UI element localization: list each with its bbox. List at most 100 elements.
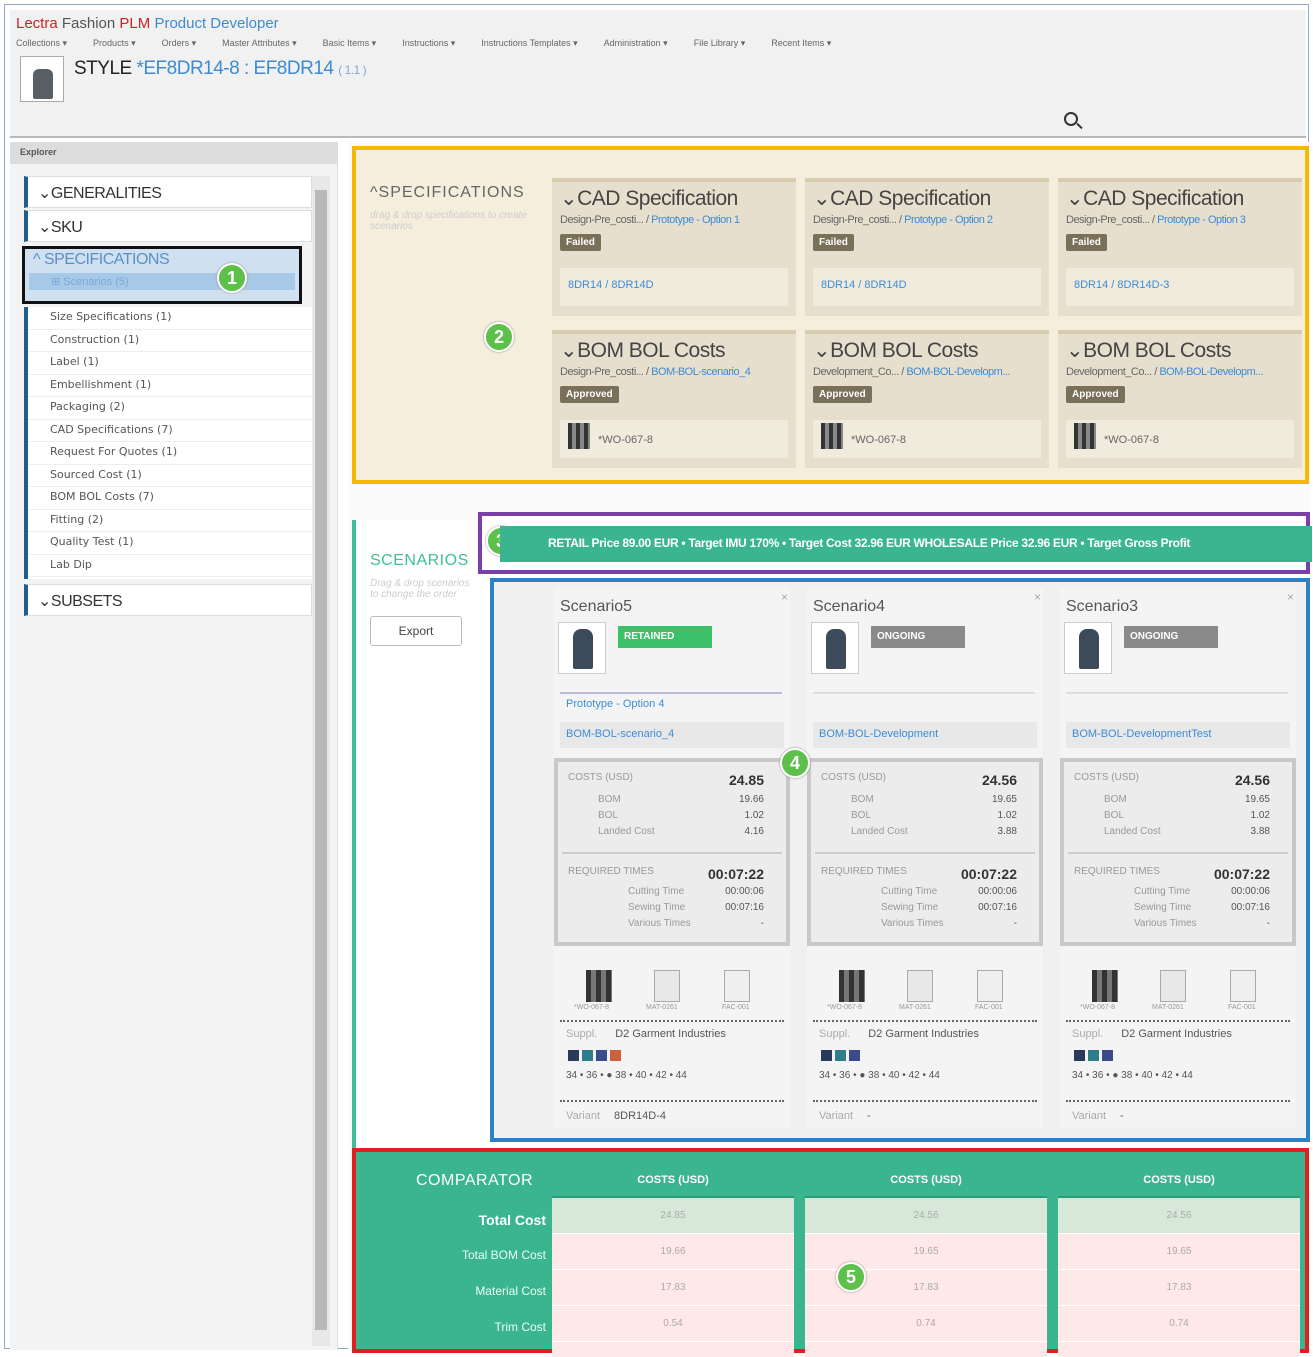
tree-item[interactable]: Embellishment (1) [28,375,312,397]
menu-collections[interactable]: Collections ▾ [16,38,67,49]
marker-badge-2: 2 [484,322,514,352]
chevron-down-icon: ⌄ [560,339,578,362]
tree-item[interactable]: Sourced Cost (1) [28,465,312,487]
scenario-image [558,622,606,674]
material-thumbnails: *WO-067-8 MAT-0261 FAC-001 [1068,970,1288,1016]
size-range: 34 • 36 • ● 38 • 40 • 42 • 44 [1072,1070,1193,1081]
export-button[interactable]: Export [370,616,462,646]
tree-item[interactable]: CAD Specifications (7) [28,420,312,442]
price-bar: 3 RETAIL Price 89.00 EUR • Target IMU 17… [478,512,1312,574]
card-source: Design-Pre_costi... / Prototype - Option… [1066,214,1246,226]
explorer-scrollbar[interactable] [312,176,330,1346]
tree-item[interactable]: Quality Test (1) [28,532,312,555]
close-icon[interactable]: × [781,590,788,604]
tree-item[interactable]: Fitting (2) [28,510,312,532]
menu-file-library[interactable]: File Library ▾ [694,38,746,49]
cad-spec-card[interactable]: ⌄CAD Specification Design-Pre_costi... /… [805,178,1049,316]
menu-basic-items[interactable]: Basic Items ▾ [323,38,377,49]
scroll-thumb[interactable] [315,190,327,1330]
close-icon[interactable]: × [1034,590,1041,604]
variant: Variant - [819,1110,871,1122]
bom-link[interactable]: BOM-BOL-DevelopmentTest [1066,722,1290,748]
style-version: ( 1.1 ) [338,63,367,77]
chevron-down-icon: ⌄ [813,187,831,210]
tree-item-scenarios[interactable]: ⊞ Scenarios (5) [29,273,295,290]
scenarios-heading: SCENARIOS [370,552,469,569]
menu-recent-items[interactable]: Recent Items ▾ [771,38,831,49]
supplier: Suppl. D2 Garment Industries [566,1028,726,1040]
card-footer-link[interactable]: 8DR14 / 8DR14D-3 [1066,268,1294,306]
style-code-link[interactable]: *EF8DR14-8 : EF8DR14 [136,58,333,79]
menu-administration[interactable]: Administration ▾ [604,38,668,49]
menu-instructions-templates[interactable]: Instructions Templates ▾ [481,38,577,49]
status-badge: Failed [813,234,854,251]
tree-item[interactable]: Construction (1) [28,330,312,352]
menu-instructions[interactable]: Instructions ▾ [402,38,455,49]
section-sku[interactable]: ⌄SKU [24,210,312,242]
card-footer-link[interactable]: 8DR14 / 8DR14D [813,268,1041,306]
column-header: COSTS (USD) [1058,1162,1300,1198]
garment-icon [1079,629,1099,669]
tree-item[interactable]: Packaging (2) [28,397,312,420]
bom-bol-card[interactable]: ⌄BOM BOL Costs Design-Pre_costi... / BOM… [552,330,796,468]
card-link[interactable]: BOM-BOL-scenario_4 [651,366,751,378]
cad-spec-card[interactable]: ⌄CAD Specification Design-Pre_costi... /… [1058,178,1302,316]
tree-item[interactable]: BOM BOL Costs (7) [28,487,312,510]
status-dropdown[interactable]: ONGOING [1124,626,1218,648]
comparator-column: COSTS (USD) 24.85 19.66 17.83 0.54 [552,1162,794,1357]
menu-products[interactable]: Products ▾ [93,38,136,49]
card-link[interactable]: BOM-BOL-Developm... [906,366,1010,378]
scenario-cards: 4 Scenario5 × RETAINED Prototype - Optio… [490,578,1310,1142]
cad-spec-card[interactable]: ⌄CAD Specification Design-Pre_costi... /… [552,178,796,316]
material-thumbnails: *WO-067-8 MAT-0261 FAC-001 [562,970,782,1016]
close-icon[interactable]: × [1287,590,1294,604]
status-dropdown[interactable]: RETAINED [618,626,712,648]
divider [813,692,1035,694]
section-specifications[interactable]: ^ SPECIFICATIONS ⊞ Scenarios (5) 1 [22,246,302,304]
tree-item[interactable]: Label (1) [28,352,312,375]
bom-bol-card[interactable]: ⌄BOM BOL Costs Development_Co... / BOM-B… [805,330,1049,468]
menu-orders[interactable]: Orders ▾ [162,38,197,49]
status-dropdown[interactable]: ONGOING [871,626,965,648]
marker-badge-4: 4 [780,748,810,778]
row-label: Trim Cost [494,1320,546,1334]
scenario-card[interactable]: Scenario4 × ONGOING BOM-BOL-Development … [807,588,1043,1128]
card-footer-link[interactable]: 8DR14 / 8DR14D [560,268,788,306]
bom-link[interactable]: BOM-BOL-Development [813,722,1037,748]
chevron-up-icon: ^ [370,184,379,201]
comparator-section: COMPARATOR Total Cost Total BOM Cost Mat… [352,1148,1309,1357]
scenario-card[interactable]: Scenario3 × ONGOING BOM-BOL-DevelopmentT… [1060,588,1296,1128]
section-subsets[interactable]: ⌄SUBSETS [24,584,312,616]
card-footer: *WO-067-8 [813,420,1041,458]
card-source: Design-Pre_costi... / BOM-BOL-scenario_4 [560,366,751,378]
tree-item[interactable]: Lab Dip [28,555,312,577]
specifications-label: ^ SPECIFICATIONS [33,251,170,268]
row-label: Total BOM Cost [461,1248,546,1262]
card-title: ⌄CAD Specification [560,187,738,210]
material-swatch [1230,970,1256,1002]
card-link[interactable]: Prototype - Option 2 [904,214,993,226]
cell-value: 17.83 [1058,1270,1300,1306]
explorer-panel: Explorer ⌄GENERALITIES ⌄SKU ^ SPECIFICAT… [10,142,338,1350]
tree-item[interactable]: Size Specifications (1) [28,307,312,330]
status-badge: Failed [560,234,601,251]
card-link[interactable]: Prototype - Option 1 [651,214,740,226]
status-badge: Approved [1066,386,1125,403]
generalities-label: GENERALITIES [50,185,162,202]
bom-link[interactable]: BOM-BOL-scenario_4 [560,722,784,748]
prototype-link[interactable]: Prototype - Option 4 [566,698,664,710]
brand-fashion: Fashion [61,15,116,32]
card-title: ⌄CAD Specification [1066,187,1244,210]
chevron-down-icon: ⌄ [1066,339,1084,362]
card-link[interactable]: Prototype - Option 3 [1157,214,1246,226]
scenario-card[interactable]: Scenario5 × RETAINED Prototype - Option … [554,588,790,1128]
card-link[interactable]: BOM-BOL-Developm... [1159,366,1263,378]
costs-block: COSTS (USD) 24.56 BOM 19.65 BOL 1.02 Landed… [807,758,1043,946]
bom-bol-card[interactable]: ⌄BOM BOL Costs Development_Co... / BOM-B… [1058,330,1302,468]
search-icon[interactable] [1062,110,1083,130]
section-generalities[interactable]: ⌄GENERALITIES [24,176,312,208]
tree-item[interactable]: Request For Quotes (1) [28,442,312,465]
menu-master-attributes[interactable]: Master Attributes ▾ [222,38,297,49]
card-footer: *WO-067-8 [560,420,788,458]
brand-lectra: Lectra [16,15,58,32]
